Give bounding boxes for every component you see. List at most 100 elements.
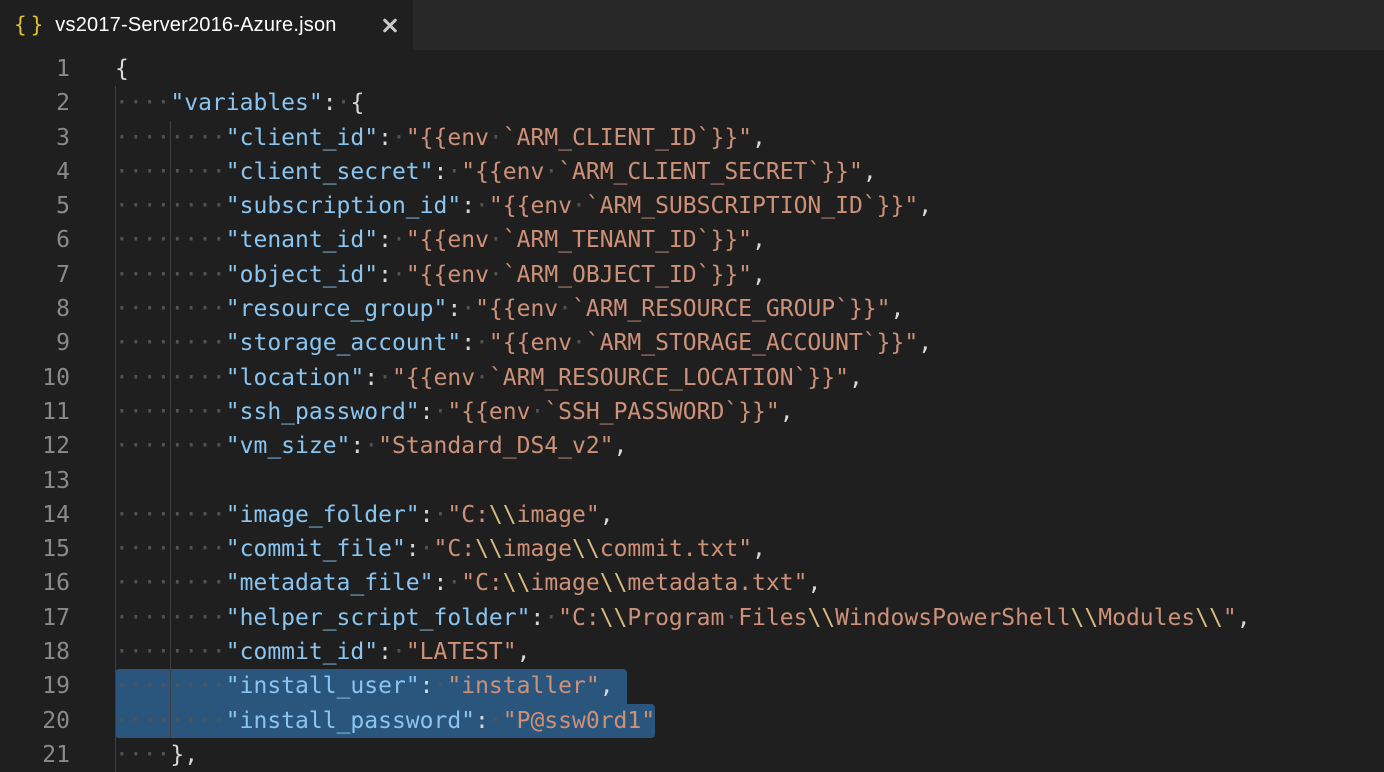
escape-sequence: \\ bbox=[475, 536, 503, 562]
json-string-value: "Standard_DS4_v2" bbox=[378, 433, 613, 459]
code-line-20[interactable]: 20········"install_password":·"P@ssw0rd1… bbox=[0, 704, 1384, 738]
tab-strip-empty-area bbox=[413, 0, 1384, 50]
json-key: "metadata_file" bbox=[226, 570, 434, 596]
json-key: "image_folder" bbox=[226, 502, 420, 528]
json-key: "install_password" bbox=[226, 708, 475, 734]
line-content: ········"object_id":·"{{env·`ARM_OBJECT_… bbox=[115, 258, 1384, 292]
line-content: ········"tenant_id":·"{{env·`ARM_TENANT_… bbox=[115, 223, 1384, 257]
json-string-value: `ARM_STORAGE_ACCOUNT`}}" bbox=[586, 330, 918, 356]
code-line-14[interactable]: 14········"image_folder":·"C:\\image", bbox=[0, 498, 1384, 532]
code-line-3[interactable]: 3········"client_id":·"{{env·`ARM_CLIENT… bbox=[0, 121, 1384, 155]
json-string-value: "{{env bbox=[392, 365, 475, 391]
code-line-16[interactable]: 16········"metadata_file":·"C:\\image\\m… bbox=[0, 566, 1384, 600]
line-number[interactable]: 7 bbox=[0, 258, 115, 292]
line-number[interactable]: 5 bbox=[0, 189, 115, 223]
rendered-whitespace: ········ bbox=[115, 433, 226, 459]
line-number[interactable]: 6 bbox=[0, 223, 115, 257]
rendered-whitespace: · bbox=[530, 399, 544, 425]
line-number[interactable]: 8 bbox=[0, 292, 115, 326]
rendered-whitespace: ········ bbox=[115, 570, 226, 596]
tab-close-button[interactable] bbox=[379, 14, 401, 36]
line-content: ········"resource_group":·"{{env·`ARM_RE… bbox=[115, 292, 1384, 326]
code-line-15[interactable]: 15········"commit_file":·"C:\\image\\com… bbox=[0, 532, 1384, 566]
line-number[interactable]: 14 bbox=[0, 498, 115, 532]
escape-sequence: \\ bbox=[807, 605, 835, 631]
code-line-21[interactable]: 21····}, bbox=[0, 738, 1384, 772]
rendered-whitespace: · bbox=[434, 502, 448, 528]
line-number[interactable]: 3 bbox=[0, 121, 115, 155]
json-string-value: `SSH_PASSWORD`}}" bbox=[544, 399, 779, 425]
line-content: ····}, bbox=[115, 738, 1384, 772]
code-line-1[interactable]: 1{ bbox=[0, 52, 1384, 86]
line-number[interactable]: 2 bbox=[0, 86, 115, 120]
line-number[interactable]: 9 bbox=[0, 326, 115, 360]
json-string-value: " bbox=[1223, 605, 1237, 631]
punctuation: , bbox=[780, 399, 794, 425]
code-line-4[interactable]: 4········"client_secret":·"{{env·`ARM_CL… bbox=[0, 155, 1384, 189]
escape-sequence: \\ bbox=[1195, 605, 1223, 631]
escape-sequence: \\ bbox=[600, 570, 628, 596]
line-number[interactable]: 13 bbox=[0, 464, 115, 498]
escape-sequence: \\ bbox=[1071, 605, 1099, 631]
line-number[interactable]: 19 bbox=[0, 669, 115, 703]
rendered-whitespace: · bbox=[364, 433, 378, 459]
json-file-icon: {} bbox=[14, 13, 47, 37]
rendered-whitespace: · bbox=[392, 262, 406, 288]
rendered-whitespace: · bbox=[420, 536, 434, 562]
code-editor[interactable]: 1{2····"variables":·{3········"client_id… bbox=[0, 50, 1384, 772]
json-key: "location" bbox=[226, 365, 364, 391]
json-string-value: `ARM_OBJECT_ID`}}" bbox=[503, 262, 752, 288]
json-string-value: WindowsPowerShell bbox=[835, 605, 1070, 631]
json-key: "commit_id" bbox=[226, 639, 378, 665]
code-line-12[interactable]: 12········"vm_size":·"Standard_DS4_v2", bbox=[0, 429, 1384, 463]
punctuation: : bbox=[323, 90, 337, 116]
json-string-value: `ARM_CLIENT_ID`}}" bbox=[503, 125, 752, 151]
code-line-7[interactable]: 7········"object_id":·"{{env·`ARM_OBJECT… bbox=[0, 258, 1384, 292]
line-number[interactable]: 20 bbox=[0, 704, 115, 738]
line-number[interactable]: 21 bbox=[0, 738, 115, 772]
line-number[interactable]: 1 bbox=[0, 52, 115, 86]
rendered-whitespace: · bbox=[489, 262, 503, 288]
code-line-17[interactable]: 17········"helper_script_folder":·"C:\\P… bbox=[0, 601, 1384, 635]
line-number[interactable]: 16 bbox=[0, 566, 115, 600]
code-line-5[interactable]: 5········"subscription_id":·"{{env·`ARM_… bbox=[0, 189, 1384, 223]
rendered-whitespace: · bbox=[724, 605, 738, 631]
json-string-value: `ARM_TENANT_ID`}}" bbox=[503, 227, 752, 253]
code-line-8[interactable]: 8········"resource_group":·"{{env·`ARM_R… bbox=[0, 292, 1384, 326]
code-line-13[interactable]: 13 bbox=[0, 464, 1384, 498]
rendered-whitespace: · bbox=[337, 90, 351, 116]
code-line-11[interactable]: 11········"ssh_password":·"{{env·`SSH_PA… bbox=[0, 395, 1384, 429]
line-number[interactable]: 15 bbox=[0, 532, 115, 566]
tab-vs2017-server2016-azure-json[interactable]: {} vs2017-Server2016-Azure.json bbox=[0, 0, 413, 50]
rendered-whitespace: · bbox=[489, 227, 503, 253]
punctuation: : bbox=[420, 502, 434, 528]
line-content: ········"install_user":·"installer", bbox=[115, 669, 1384, 703]
line-number[interactable]: 18 bbox=[0, 635, 115, 669]
line-number[interactable]: 11 bbox=[0, 395, 115, 429]
code-line-18[interactable]: 18········"commit_id":·"LATEST", bbox=[0, 635, 1384, 669]
line-number[interactable]: 17 bbox=[0, 601, 115, 635]
code-line-2[interactable]: 2····"variables":·{ bbox=[0, 86, 1384, 120]
rendered-whitespace: · bbox=[434, 399, 448, 425]
punctuation: : bbox=[447, 296, 461, 322]
punctuation: : bbox=[350, 433, 364, 459]
punctuation: , bbox=[600, 673, 614, 699]
line-number[interactable]: 12 bbox=[0, 429, 115, 463]
json-string-value: Files bbox=[738, 605, 807, 631]
json-key: "client_secret" bbox=[226, 159, 434, 185]
code-line-10[interactable]: 10········"location":·"{{env·`ARM_RESOUR… bbox=[0, 361, 1384, 395]
tab-title: vs2017-Server2016-Azure.json bbox=[55, 14, 336, 37]
punctuation: , bbox=[918, 193, 932, 219]
line-number[interactable]: 10 bbox=[0, 361, 115, 395]
escape-sequence: \\ bbox=[572, 536, 600, 562]
json-string-value: "C: bbox=[447, 502, 489, 528]
line-number[interactable]: 4 bbox=[0, 155, 115, 189]
punctuation: : bbox=[406, 536, 420, 562]
code-line-19[interactable]: 19········"install_user":·"installer", bbox=[0, 669, 1384, 703]
punctuation: , bbox=[918, 330, 932, 356]
code-line-6[interactable]: 6········"tenant_id":·"{{env·`ARM_TENANT… bbox=[0, 223, 1384, 257]
code-line-9[interactable]: 9········"storage_account":·"{{env·`ARM_… bbox=[0, 326, 1384, 360]
punctuation: , bbox=[752, 125, 766, 151]
editor-window: {} vs2017-Server2016-Azure.json 1{2····"… bbox=[0, 0, 1384, 772]
rendered-whitespace: · bbox=[572, 330, 586, 356]
